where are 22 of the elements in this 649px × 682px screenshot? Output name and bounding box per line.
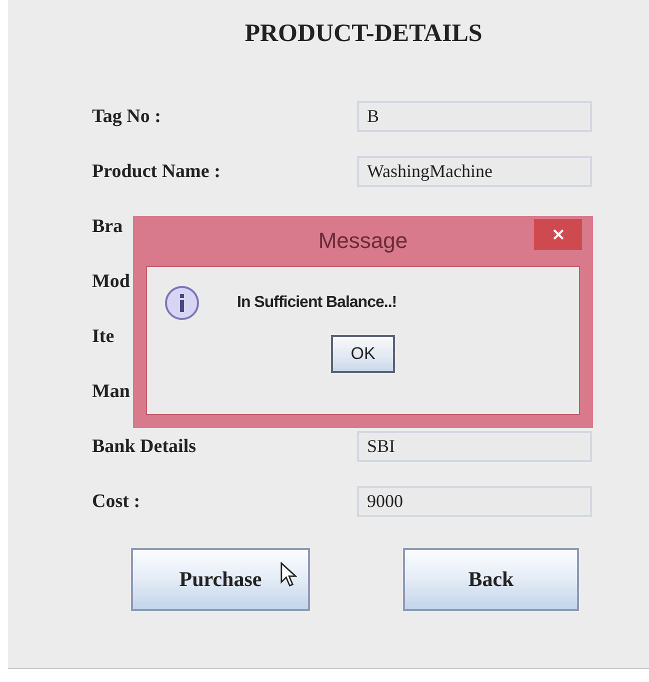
field-label: Product Name : <box>91 160 222 182</box>
field-label: Man <box>91 380 131 402</box>
field-label: Bank Details <box>91 436 197 458</box>
field-label: Ite <box>91 326 116 348</box>
close-icon <box>552 229 564 240</box>
action-button[interactable]: Purchase <box>131 548 310 611</box>
field-label: Bra <box>91 216 124 238</box>
info-icon <box>164 285 200 321</box>
ok-button[interactable]: OK <box>331 335 395 373</box>
text-field[interactable]: B <box>357 101 592 132</box>
text-field[interactable]: SBI <box>357 431 592 462</box>
text-field[interactable]: 9000 <box>357 486 592 517</box>
dialog-title: Message <box>318 228 408 254</box>
field-label: Tag No : <box>91 106 162 128</box>
cursor-icon <box>280 562 297 588</box>
text-field[interactable]: WashingMachine <box>357 156 592 187</box>
field-label: Mod <box>91 270 131 292</box>
message-text: In Sufficient Balance..! <box>237 294 397 312</box>
field-label: Cost : <box>91 490 142 512</box>
form-title: PRODUCT-DETAILS <box>244 19 484 49</box>
action-button[interactable]: Back <box>403 548 579 611</box>
close-button[interactable] <box>534 219 582 250</box>
